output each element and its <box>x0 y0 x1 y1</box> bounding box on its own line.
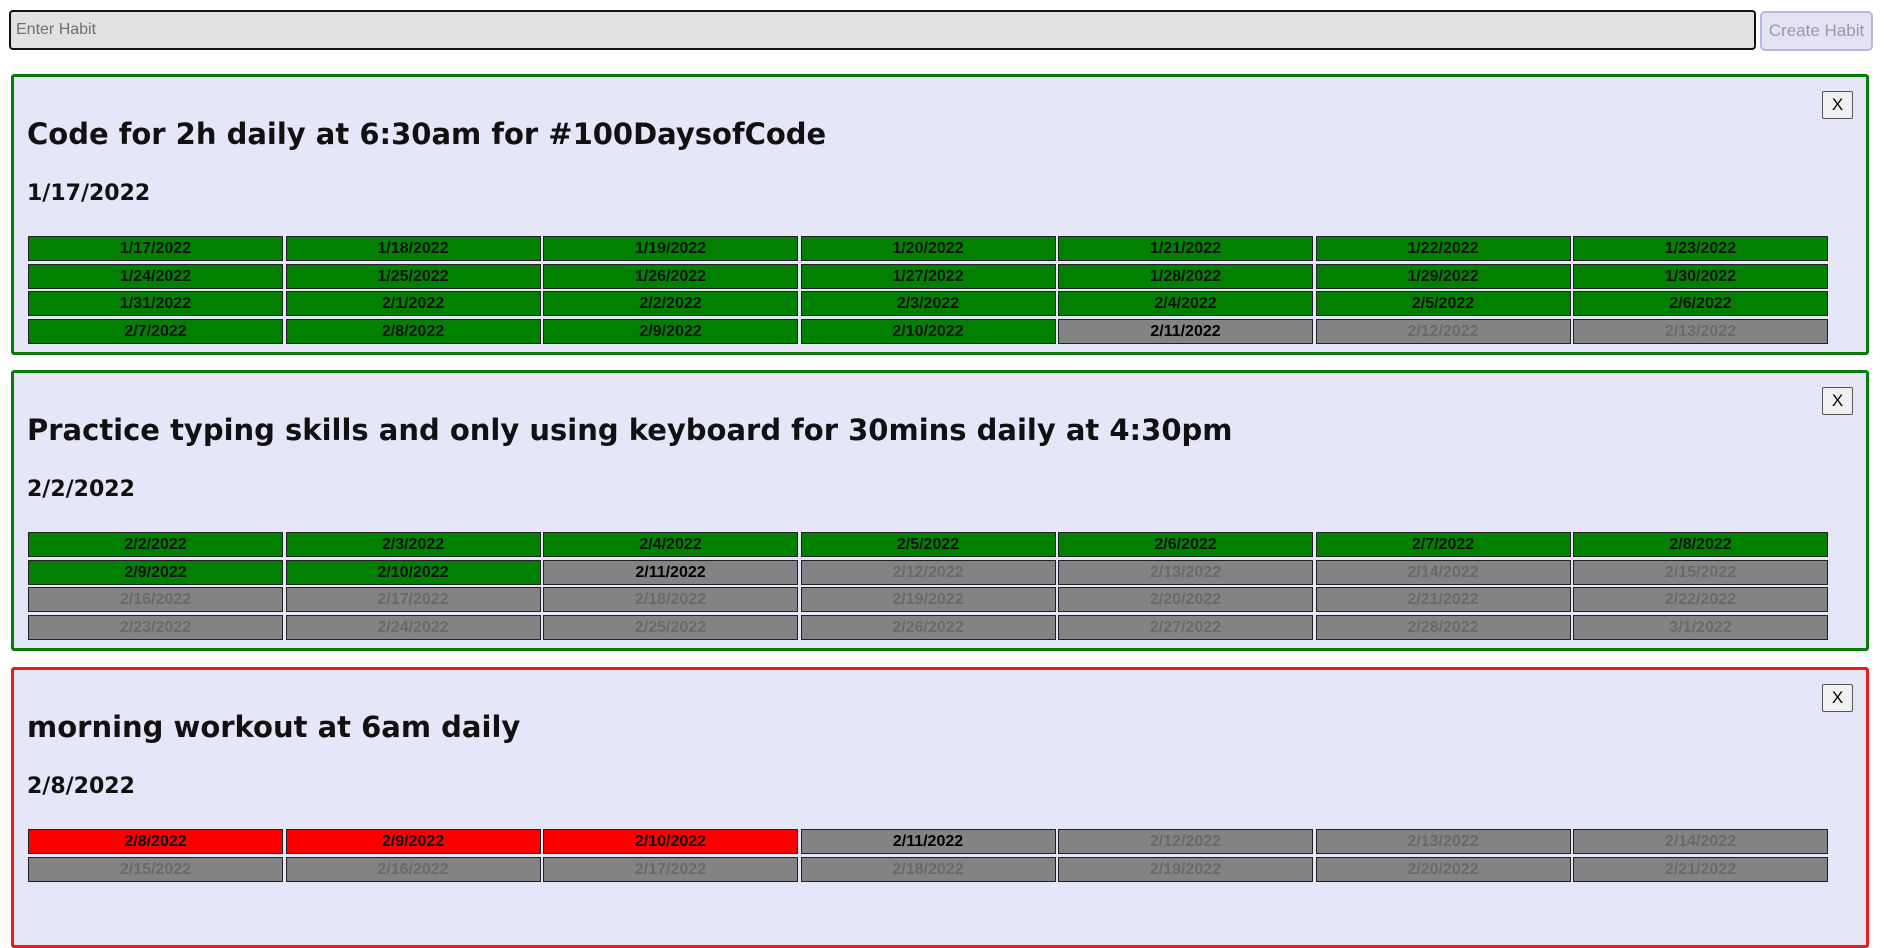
habit-start-date: 2/2/2022 <box>27 477 135 502</box>
day-cell[interactable]: 1/24/2022 <box>28 263 283 289</box>
day-cell[interactable]: 1/23/2022 <box>1573 236 1828 261</box>
day-cell[interactable]: 2/24/2022 <box>285 614 541 640</box>
day-cell[interactable]: 1/20/2022 <box>800 236 1056 261</box>
day-cell[interactable]: 2/26/2022 <box>800 614 1056 640</box>
day-cell[interactable]: 2/12/2022 <box>1058 829 1313 854</box>
day-cell[interactable]: 1/31/2022 <box>28 291 283 316</box>
day-cell[interactable]: 1/19/2022 <box>543 236 798 261</box>
day-cell[interactable]: 2/3/2022 <box>285 532 541 557</box>
day-cell[interactable]: 2/17/2022 <box>543 856 798 882</box>
habit-card: X morning workout at 6am daily 2/8/2022 … <box>11 667 1869 948</box>
habit-start-date: 2/8/2022 <box>27 774 135 799</box>
day-cell[interactable]: 2/10/2022 <box>800 318 1056 344</box>
day-cell[interactable]: 2/10/2022 <box>543 829 798 854</box>
delete-habit-button[interactable]: X <box>1822 387 1853 415</box>
day-cell[interactable]: 2/15/2022 <box>1573 559 1828 585</box>
day-cell[interactable]: 2/19/2022 <box>1058 856 1313 882</box>
habit-card: X Practice typing skills and only using … <box>11 370 1869 651</box>
habit-title: Practice typing skills and only using ke… <box>27 413 1233 447</box>
new-habit-bar: Create Habit <box>9 10 1873 52</box>
day-cell[interactable]: 2/20/2022 <box>1315 856 1571 882</box>
day-cell[interactable]: 2/7/2022 <box>28 318 283 344</box>
day-cell[interactable]: 1/30/2022 <box>1573 263 1828 289</box>
day-cell[interactable]: 2/13/2022 <box>1315 829 1571 854</box>
day-cell[interactable]: 2/5/2022 <box>800 532 1056 557</box>
day-cell[interactable]: 2/21/2022 <box>1315 587 1571 612</box>
day-cell[interactable]: 2/18/2022 <box>543 587 798 612</box>
habit-input[interactable] <box>9 10 1756 50</box>
day-cell[interactable]: 2/22/2022 <box>1573 587 1828 612</box>
day-cell[interactable]: 2/21/2022 <box>1573 856 1828 882</box>
day-cell[interactable]: 1/29/2022 <box>1315 263 1571 289</box>
day-cell[interactable]: 2/2/2022 <box>28 532 283 557</box>
day-cell[interactable]: 2/4/2022 <box>543 532 798 557</box>
day-cell[interactable]: 2/13/2022 <box>1573 318 1828 344</box>
day-cell[interactable]: 1/25/2022 <box>285 263 541 289</box>
day-cell[interactable]: 2/5/2022 <box>1315 291 1571 316</box>
day-cell[interactable]: 2/17/2022 <box>285 587 541 612</box>
day-cell[interactable]: 1/18/2022 <box>285 236 541 261</box>
day-cell[interactable]: 2/18/2022 <box>800 856 1056 882</box>
day-grid: 2/2/2022 2/3/2022 2/4/2022 2/5/2022 2/6/2022… <box>28 532 1828 640</box>
day-cell[interactable]: 2/10/2022 <box>285 559 541 585</box>
day-cell[interactable]: 1/27/2022 <box>800 263 1056 289</box>
day-cell[interactable]: 2/25/2022 <box>543 614 798 640</box>
day-cell[interactable]: 2/11/2022 <box>543 559 798 585</box>
day-cell[interactable]: 2/7/2022 <box>1315 532 1571 557</box>
day-cell[interactable]: 2/15/2022 <box>28 856 283 882</box>
day-cell[interactable]: 1/21/2022 <box>1058 236 1313 261</box>
day-cell[interactable]: 2/4/2022 <box>1058 291 1313 316</box>
day-cell[interactable]: 2/27/2022 <box>1058 614 1313 640</box>
day-cell[interactable]: 1/28/2022 <box>1058 263 1313 289</box>
day-cell[interactable]: 2/12/2022 <box>800 559 1056 585</box>
day-cell[interactable]: 2/13/2022 <box>1058 559 1313 585</box>
day-cell[interactable]: 2/3/2022 <box>800 291 1056 316</box>
habit-start-date: 1/17/2022 <box>27 181 151 206</box>
habit-title: Code for 2h daily at 6:30am for #100Days… <box>27 117 827 151</box>
delete-habit-button[interactable]: X <box>1822 91 1853 119</box>
day-cell[interactable]: 2/14/2022 <box>1315 559 1571 585</box>
day-cell[interactable]: 2/11/2022 <box>1058 318 1313 344</box>
day-cell[interactable]: 2/23/2022 <box>28 614 283 640</box>
day-cell[interactable]: 2/8/2022 <box>28 829 283 854</box>
day-cell[interactable]: 2/12/2022 <box>1315 318 1571 344</box>
day-cell[interactable]: 2/9/2022 <box>543 318 798 344</box>
day-grid: 1/17/2022 1/18/2022 1/19/2022 1/20/2022 1/21… <box>28 236 1828 344</box>
day-cell[interactable]: 2/6/2022 <box>1573 291 1828 316</box>
day-cell[interactable]: 2/19/2022 <box>800 587 1056 612</box>
day-cell[interactable]: 2/28/2022 <box>1315 614 1571 640</box>
habit-title: morning workout at 6am daily <box>27 710 521 744</box>
day-grid: 2/8/2022 2/9/2022 2/10/2022 2/11/2022 2/12/2… <box>28 829 1828 882</box>
day-cell[interactable]: 2/20/2022 <box>1058 587 1313 612</box>
day-cell[interactable]: 1/26/2022 <box>543 263 798 289</box>
day-cell[interactable]: 1/22/2022 <box>1315 236 1571 261</box>
day-cell[interactable]: 2/9/2022 <box>285 829 541 854</box>
habit-card: X Code for 2h daily at 6:30am for #100Da… <box>11 74 1869 355</box>
day-cell[interactable]: 2/8/2022 <box>1573 532 1828 557</box>
day-cell[interactable]: 2/16/2022 <box>28 587 283 612</box>
day-cell[interactable]: 1/17/2022 <box>28 236 283 261</box>
day-cell[interactable]: 2/8/2022 <box>285 318 541 344</box>
day-cell[interactable]: 3/1/2022 <box>1573 614 1828 640</box>
day-cell[interactable]: 2/2/2022 <box>543 291 798 316</box>
day-cell[interactable]: 2/11/2022 <box>800 829 1056 854</box>
day-cell[interactable]: 2/6/2022 <box>1058 532 1313 557</box>
day-cell[interactable]: 2/14/2022 <box>1573 829 1828 854</box>
day-cell[interactable]: 2/1/2022 <box>285 291 541 316</box>
day-cell[interactable]: 2/9/2022 <box>28 559 283 585</box>
day-cell[interactable]: 2/16/2022 <box>285 856 541 882</box>
create-habit-button[interactable]: Create Habit <box>1760 11 1873 51</box>
delete-habit-button[interactable]: X <box>1822 684 1853 712</box>
